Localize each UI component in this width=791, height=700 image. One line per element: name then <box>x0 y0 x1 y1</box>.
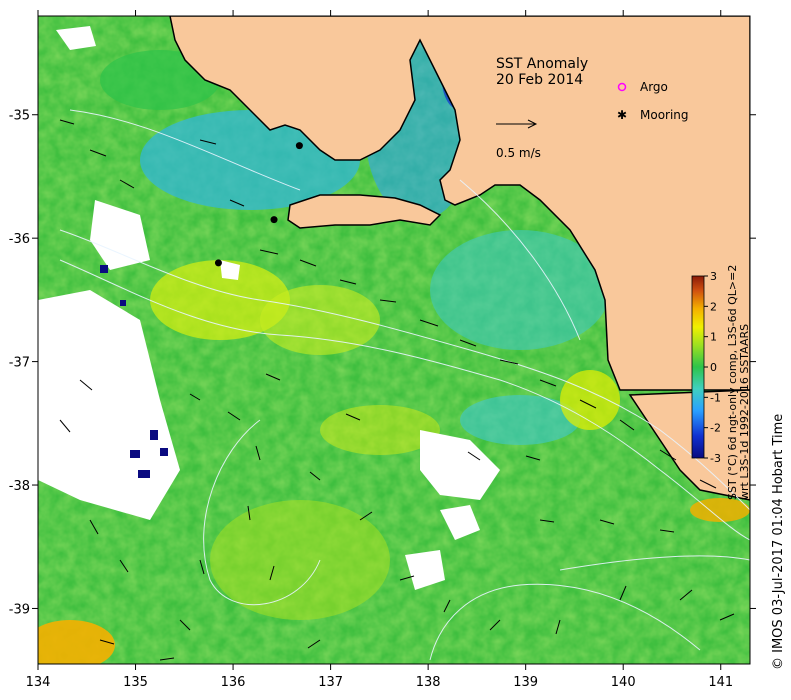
colorbar-tick-label: 3 <box>710 270 717 283</box>
lat-tick-label: -36 <box>9 232 30 247</box>
map-title: SST Anomaly <box>496 56 588 72</box>
lon-tick-label: 141 <box>708 675 733 690</box>
svg-text:✱: ✱ <box>617 108 627 122</box>
colorbar-tick-label: -2 <box>710 422 721 435</box>
lat-tick-label: -35 <box>9 109 30 124</box>
lat-tick-label: -38 <box>9 479 30 494</box>
colorbar-label-line2: wrt L3S-1d 1992-2016 SSTAARS <box>738 324 751 500</box>
colorbar-tick-label: 0 <box>710 361 717 374</box>
mooring-marker <box>270 216 278 224</box>
lon-tick-label: 140 <box>611 675 636 690</box>
mooring-marker <box>214 259 222 267</box>
lat-tick-label: -37 <box>9 356 30 371</box>
colorbar-tick-label: -3 <box>710 452 721 465</box>
lon-tick-label: 138 <box>416 675 441 690</box>
map-date: 20 Feb 2014 <box>496 72 583 88</box>
colorbar-gradient <box>691 275 705 459</box>
lon-tick-label: 134 <box>26 675 51 690</box>
lon-tick-label: 139 <box>513 675 538 690</box>
lat-tick-label: -39 <box>9 602 30 617</box>
lon-tick-label: 136 <box>221 675 246 690</box>
sst-anomaly-map: 134 135 136 137 138 139 140 141-35-36-37-38-39 … <box>9 10 786 690</box>
credit-text: © IMOS 03-Jul-2017 01:04 Hobart Time <box>771 414 786 670</box>
argo-legend-label: Argo <box>640 80 668 94</box>
mooring-legend-label: Mooring <box>640 108 689 122</box>
colorbar-tick-label: 2 <box>710 300 717 313</box>
lon-tick-label: 135 <box>123 675 148 690</box>
lon-tick-label: 137 <box>318 675 343 690</box>
mooring-legend-icon: ✱ <box>617 108 627 122</box>
mooring-marker <box>295 142 303 150</box>
vector-scale-label: 0.5 m/s <box>496 146 541 160</box>
colorbar-tick-label: -1 <box>710 391 721 404</box>
colorbar-tick-label: 1 <box>710 331 717 344</box>
